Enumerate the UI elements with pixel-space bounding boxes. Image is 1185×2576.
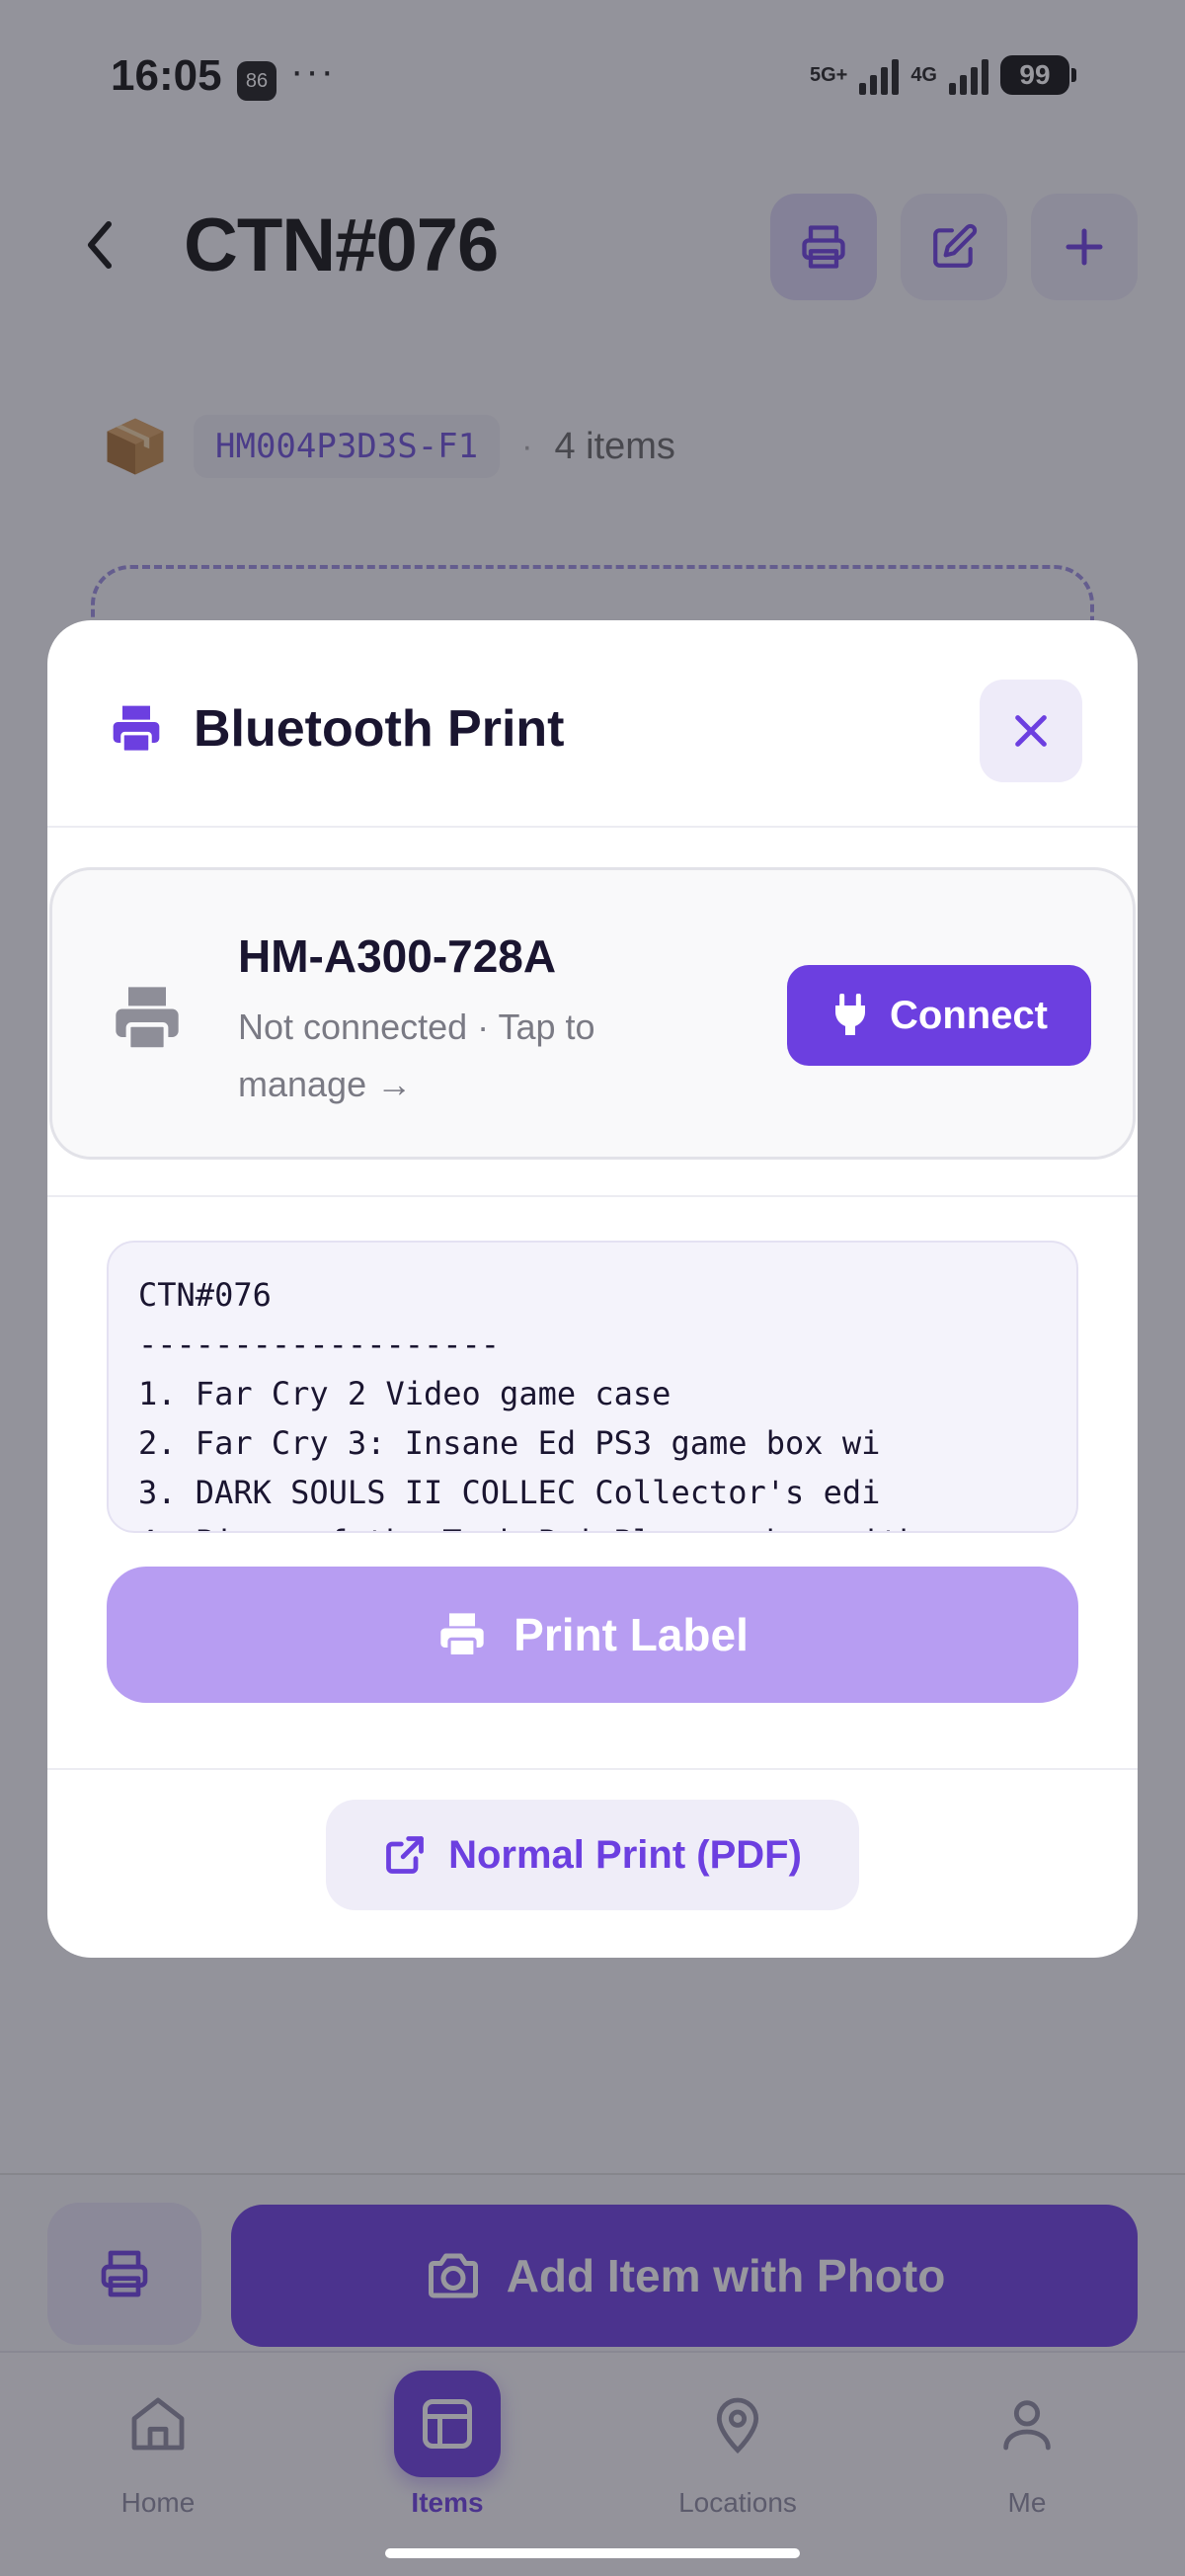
plug-icon: [835, 994, 865, 1035]
printer-device-card[interactable]: HM-A300-728A Not connected · Tap to mana…: [49, 867, 1136, 1160]
close-icon: [1015, 715, 1047, 747]
normal-print-label: Normal Print (PDF): [448, 1832, 802, 1877]
print-label-text: Print Label: [514, 1609, 749, 1660]
preview-line: 4. Piece of the Tech Pri Blu-ray box wit…: [138, 1517, 1047, 1531]
dialog-title: Bluetooth Print: [194, 700, 565, 758]
device-status[interactable]: Not connected · Tap to manage →: [238, 999, 663, 1113]
home-indicator: [385, 2548, 800, 2558]
connect-label: Connect: [890, 993, 1048, 1037]
printer-device-icon: [116, 987, 179, 1053]
close-button[interactable]: [980, 680, 1082, 782]
preview-line: 3. DARK SOULS II COLLEC Collector's edi: [138, 1474, 881, 1511]
dialog-header: Bluetooth Print: [47, 620, 1138, 828]
preview-line: CTN#076: [138, 1276, 272, 1314]
preview-line: 1. Far Cry 2 Video game case: [138, 1375, 672, 1412]
printer-icon: [113, 705, 160, 755]
bluetooth-print-dialog: Bluetooth Print HM-A300-728A Not connect…: [47, 620, 1138, 1958]
normal-print-pdf-button[interactable]: Normal Print (PDF): [326, 1800, 859, 1910]
print-label-button[interactable]: Print Label: [107, 1567, 1078, 1703]
preview-line: 2. Far Cry 3: Insane Ed PS3 game box wi: [138, 1424, 881, 1462]
printer-icon: [440, 1613, 484, 1658]
external-link-icon: [386, 1836, 424, 1874]
connect-button[interactable]: Connect: [787, 965, 1091, 1066]
divider: [47, 1768, 1138, 1770]
preview-line: -------------------: [138, 1326, 501, 1363]
label-preview-text[interactable]: CTN#076 ------------------- 1. Far Cry 2 V…: [107, 1241, 1078, 1533]
screen: 16:05 86 ··· 5G+ 4G 99 CTN#076 HM004P3D3…: [0, 0, 1185, 2576]
divider: [47, 1195, 1138, 1197]
device-name: HM-A300-728A: [238, 930, 557, 982]
